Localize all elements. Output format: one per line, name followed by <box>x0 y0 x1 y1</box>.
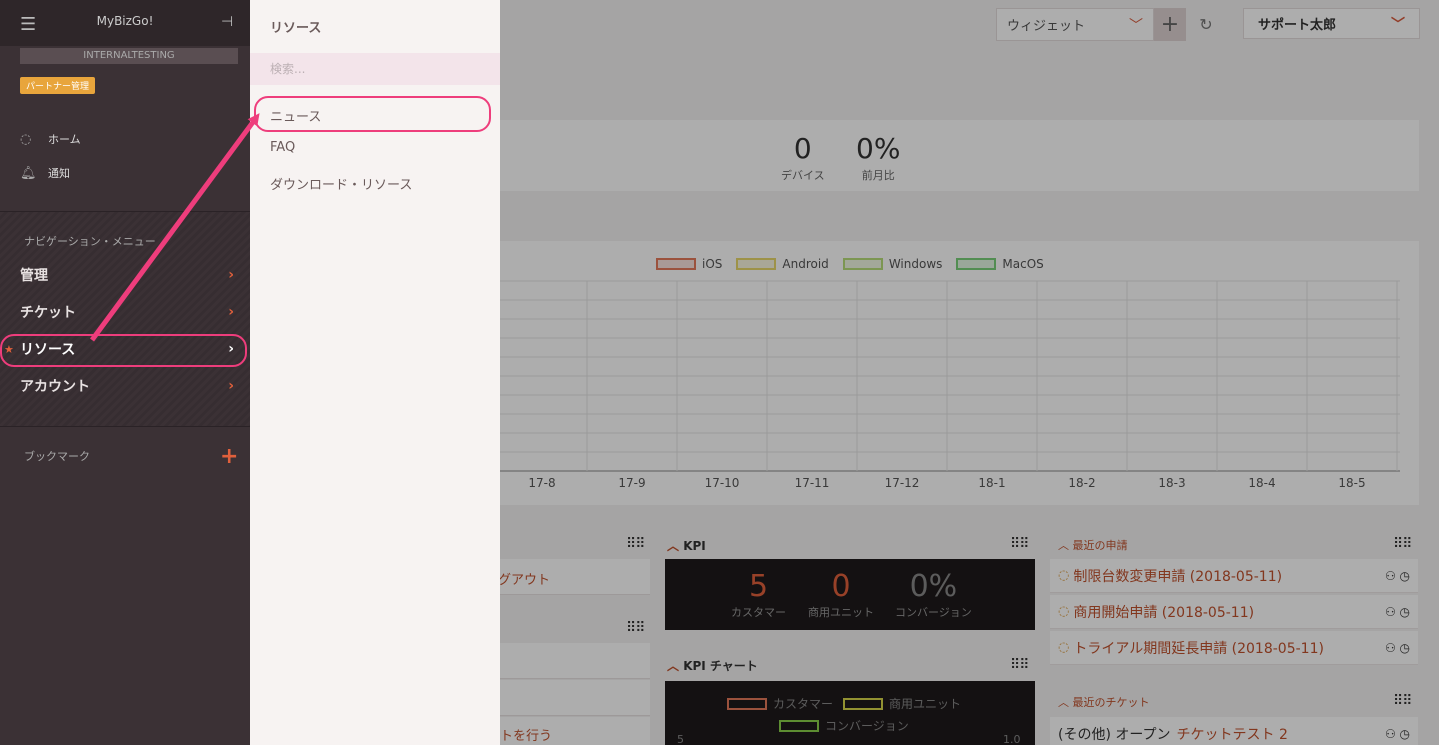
chevron-right-icon: › <box>228 267 234 283</box>
add-bookmark-icon[interactable]: + <box>220 444 238 469</box>
bell-icon: 🔔︎ <box>20 165 37 181</box>
nav-item-label: アカウント <box>20 379 90 395</box>
sidebar-header: ☰ MyBizGo! ⊣ <box>0 0 250 46</box>
chevron-right-icon: › <box>228 378 234 394</box>
sidebar-link-home[interactable]: ◌ ホーム <box>20 131 81 147</box>
sidebar: ☰ MyBizGo! ⊣ INTERNALTESTING パートナー管理 ◌ ホ… <box>0 0 250 745</box>
bookmark-section-title: ブックマーク <box>24 450 90 463</box>
resources-flyout: リソース ニュース FAQ ダウンロード・リソース <box>250 0 500 745</box>
pin-icon[interactable]: ⊣ <box>221 14 233 30</box>
environment-label: INTERNALTESTING <box>20 48 238 64</box>
nav-item-resources[interactable]: ★ リソース › <box>0 332 250 366</box>
app-title: MyBizGo! <box>96 14 154 28</box>
nav-item-admin[interactable]: 管理 › <box>0 258 250 292</box>
flyout-item-faq[interactable]: FAQ <box>270 140 295 155</box>
partner-admin-badge[interactable]: パートナー管理 <box>20 77 96 94</box>
nav-item-label: チケット <box>20 305 76 321</box>
flyout-item-news[interactable]: ニュース <box>270 106 321 125</box>
star-icon: ★ <box>4 342 14 356</box>
circle-icon: ◌ <box>20 131 32 147</box>
divider <box>0 426 250 427</box>
nav-item-account[interactable]: アカウント › <box>0 369 250 403</box>
sidebar-link-notifications[interactable]: 🔔︎ 通知 <box>20 165 70 181</box>
sidebar-link-label: 通知 <box>48 167 70 180</box>
chevron-right-icon: › <box>228 304 234 320</box>
chevron-right-icon: › <box>228 341 234 357</box>
flyout-title: リソース <box>270 21 322 36</box>
flyout-item-downloads[interactable]: ダウンロード・リソース <box>270 174 412 193</box>
nav-section-title: ナビゲーション・メニュー <box>24 235 156 248</box>
nav-item-tickets[interactable]: チケット › <box>0 295 250 329</box>
sidebar-link-label: ホーム <box>48 133 81 146</box>
nav-item-label: 管理 <box>20 268 48 284</box>
flyout-search-input[interactable] <box>250 53 500 85</box>
nav-item-label: リソース <box>20 342 76 358</box>
